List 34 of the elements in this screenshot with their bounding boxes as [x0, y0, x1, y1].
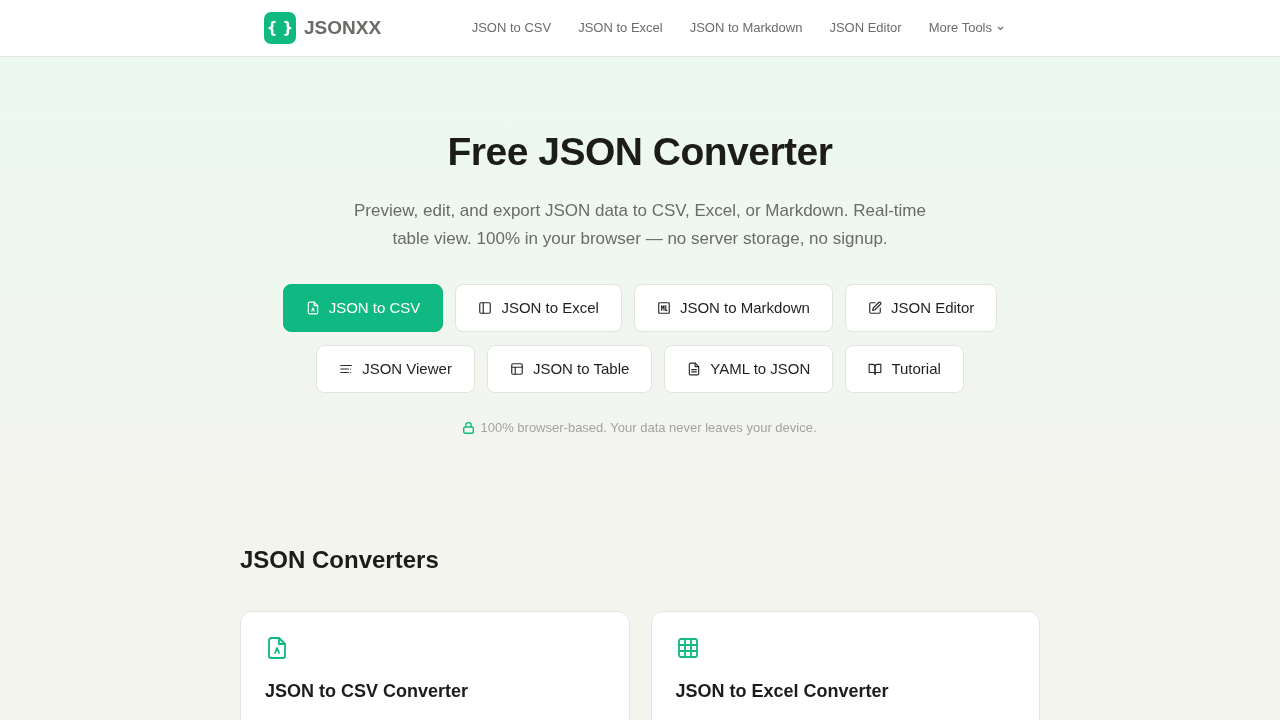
tool-button[interactable]: JSON Viewer: [316, 345, 475, 393]
hero-subtitle: Preview, edit, and export JSON data to CSV, Excel, or Markdown. Real-time table view. 100% in your browser — no server storage, no signup.: [353, 200, 927, 250]
section-title: JSON Converters: [240, 544, 440, 575]
table-icon: [509, 362, 524, 376]
nav-link[interactable]: JSON to Markdown: [689, 18, 803, 38]
chevron-down-icon: [997, 25, 1004, 31]
nav-dropdown[interactable]: More Tools: [928, 18, 1004, 38]
tool-button[interactable]: JSON to Table: [486, 345, 653, 393]
converter-card[interactable]: JSON to CSV Converter: [240, 610, 630, 720]
grid-icon: [675, 635, 700, 660]
tool-button[interactable]: JSON Editor: [844, 284, 998, 332]
m-square-icon: [656, 301, 671, 315]
tool-button[interactable]: Tutorial: [845, 345, 964, 393]
logo-icon: { }: [264, 12, 296, 44]
nav-link[interactable]: JSON to CSV: [471, 18, 552, 38]
file-icon: [265, 635, 289, 660]
file-icon: [305, 301, 320, 315]
privacy-note: 100% browser-based. Your data never leaves your device.: [480, 419, 817, 437]
tool-button[interactable]: JSON to Excel: [455, 284, 622, 332]
converter-card[interactable]: JSON to Excel Converter: [650, 610, 1040, 720]
lock-icon: [463, 421, 475, 434]
site-logo-text[interactable]: JSONXX: [304, 13, 382, 43]
tool-button[interactable]: YAML to JSON: [664, 345, 834, 393]
card-title: JSON to CSV Converter: [265, 679, 470, 703]
panel-icon: [478, 301, 493, 315]
nav-link[interactable]: JSON to Excel: [578, 18, 663, 38]
list-icon: [339, 362, 354, 376]
edit-icon: [867, 301, 882, 315]
hero-title: Free JSON Converter: [447, 129, 833, 175]
file-text-icon: [687, 362, 702, 376]
tool-button[interactable]: JSON to Markdown: [633, 284, 833, 332]
book-icon: [868, 362, 883, 376]
nav-link[interactable]: JSON Editor: [829, 18, 902, 38]
card-title: JSON to Excel Converter: [675, 679, 890, 703]
